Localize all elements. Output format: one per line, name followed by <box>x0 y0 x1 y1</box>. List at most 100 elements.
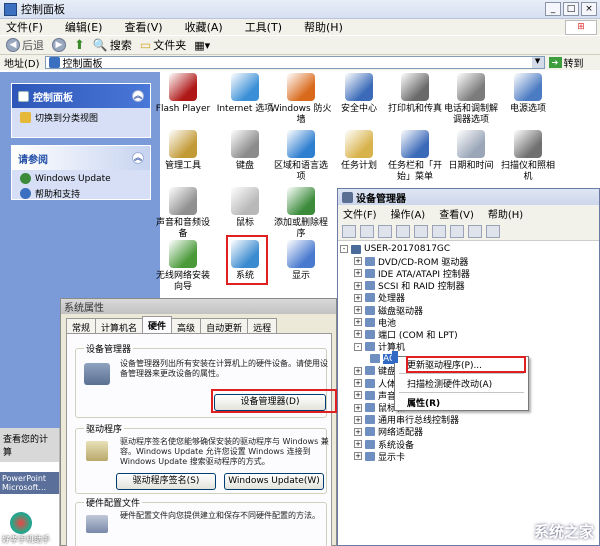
see-also-header[interactable]: 请参阅 ︽ <box>12 146 150 170</box>
close-button[interactable]: × <box>581 2 597 16</box>
panel-header[interactable]: 控制面板 ︽ <box>12 84 150 108</box>
cp-item-11[interactable]: 任务栏和「开始」菜单 <box>384 130 446 183</box>
expand-icon[interactable]: - <box>340 245 348 254</box>
windows-update-link[interactable]: Windows Update <box>12 170 150 187</box>
cp-item-14[interactable]: 声音和音频设备 <box>152 187 214 240</box>
expand-icon[interactable]: + <box>354 366 362 375</box>
menu-favorites[interactable]: 收藏(A) <box>185 19 223 35</box>
tab-computer-name[interactable]: 计算机名 <box>95 318 144 334</box>
minimize-button[interactable]: _ <box>545 2 561 16</box>
cp-item-19[interactable]: 显示 <box>270 240 332 282</box>
tree-item[interactable]: + 端口 (COM 和 LPT) <box>340 328 470 341</box>
tree-item[interactable]: + 显示卡 <box>340 450 470 463</box>
cp-item-5[interactable]: 电话和调制解调器选项 <box>440 73 502 126</box>
update-driver-icon[interactable] <box>486 224 500 238</box>
tree-item[interactable]: + 系统设备 <box>340 438 470 451</box>
tree-item[interactable]: - 计算机 <box>340 341 470 353</box>
tab-general[interactable]: 常规 <box>66 318 97 334</box>
forward-button[interactable]: ▶ <box>52 38 66 52</box>
menu-view[interactable]: 查看(V) <box>124 19 162 35</box>
tree-item[interactable]: + 网络适配器 <box>340 426 470 438</box>
powerpoint-item[interactable]: PowerPoint Microsoft... <box>0 472 59 494</box>
cp-item-4[interactable]: 打印机和传真 <box>384 73 446 115</box>
phone-assistant-label[interactable]: 好孝手机助手 <box>0 534 59 545</box>
expand-icon[interactable]: + <box>354 391 362 400</box>
tree-item[interactable]: + SCSI 和 RAID 控制器 <box>340 280 470 292</box>
tree-selected-item[interactable] <box>392 351 398 363</box>
expand-icon[interactable]: + <box>354 257 362 266</box>
tree-item[interactable]: + 通用串行总线控制器 <box>340 414 470 426</box>
switch-category-link[interactable]: 切换到分类视图 <box>12 108 150 127</box>
cp-item-2[interactable]: Windows 防火墙 <box>270 73 332 126</box>
tree-item[interactable]: + 电池 <box>340 316 470 329</box>
expand-icon[interactable]: + <box>354 269 362 278</box>
tree-item[interactable]: + 处理器 <box>340 292 470 304</box>
expand-icon[interactable]: + <box>354 330 362 339</box>
up-button[interactable]: ⬆ <box>74 38 85 53</box>
tree-item[interactable]: + DVD/CD-ROM 驱动器 <box>340 255 470 268</box>
tab-auto-update[interactable]: 自动更新 <box>200 318 249 334</box>
tab-hardware[interactable]: 硬件 <box>142 316 173 333</box>
driver-signing-button[interactable]: 驱动程序签名(S) <box>116 473 216 490</box>
address-input[interactable]: 控制面板 ▼ <box>44 56 545 70</box>
cp-item-17[interactable]: 无线网络安装向导 <box>152 240 214 293</box>
expand-icon[interactable]: + <box>354 452 362 461</box>
dm-menu-action[interactable]: 操作(A) <box>391 206 426 221</box>
expand-icon[interactable]: + <box>354 440 362 449</box>
views-button[interactable]: ▦▾ <box>194 39 210 52</box>
expand-icon[interactable]: + <box>354 427 362 436</box>
cp-item-3[interactable]: 安全中心 <box>328 73 390 115</box>
cp-item-13[interactable]: 扫描仪和照相机 <box>497 130 559 183</box>
help-support-link[interactable]: 帮助和支持 <box>12 187 150 203</box>
expand-icon[interactable]: + <box>354 403 362 412</box>
expand-icon[interactable]: + <box>354 379 362 388</box>
refresh-icon[interactable] <box>450 224 464 238</box>
menu-edit[interactable]: 编辑(E) <box>65 19 103 35</box>
forward-icon[interactable] <box>360 224 374 238</box>
expand-icon[interactable]: + <box>354 415 362 424</box>
expand-icon[interactable]: + <box>354 306 362 315</box>
up-icon[interactable] <box>378 224 392 238</box>
cp-item-10[interactable]: 任务计划 <box>328 130 390 172</box>
scan-hardware-menu-item[interactable]: 扫描检测硬件改动(A) <box>395 376 528 390</box>
dm-menu-view[interactable]: 查看(V) <box>439 206 474 221</box>
cp-item-16[interactable]: 添加或删除程序 <box>270 187 332 240</box>
collapse-icon[interactable]: ︽ <box>132 90 144 102</box>
help-icon[interactable] <box>432 224 446 238</box>
cp-item-15[interactable]: 鼠标 <box>214 187 276 229</box>
cp-item-1[interactable]: Internet 选项 <box>214 73 276 115</box>
tree-item[interactable]: + 磁盘驱动器 <box>340 304 470 317</box>
properties-menu-item[interactable]: 属性(R) <box>395 395 528 409</box>
tree-item[interactable]: - USER-20170817GC <box>340 243 470 255</box>
windows-update-button[interactable]: Windows Update(W) <box>224 473 324 490</box>
properties-icon[interactable] <box>396 224 410 238</box>
back-icon[interactable] <box>342 224 356 238</box>
expand-icon[interactable]: + <box>354 293 362 302</box>
cp-item-9[interactable]: 区域和语言选项 <box>270 130 332 183</box>
maximize-button[interactable]: □ <box>563 2 579 16</box>
dm-menu-file[interactable]: 文件(F) <box>343 206 377 221</box>
cp-item-6[interactable]: 电源选项 <box>497 73 559 115</box>
dm-menu-help[interactable]: 帮助(H) <box>488 206 523 221</box>
collapse-icon[interactable]: ︽ <box>132 152 144 164</box>
expand-icon[interactable]: - <box>354 342 362 351</box>
tab-remote[interactable]: 远程 <box>247 318 278 334</box>
cp-item-0[interactable]: Flash Player <box>152 73 214 115</box>
menu-help[interactable]: 帮助(H) <box>304 19 343 35</box>
cp-item-12[interactable]: 日期和时间 <box>440 130 502 172</box>
menu-tools[interactable]: 工具(T) <box>245 19 282 35</box>
menu-file[interactable]: 文件(F) <box>6 19 43 35</box>
scan-icon[interactable] <box>468 224 482 238</box>
tab-advanced[interactable]: 高级 <box>171 318 202 334</box>
expand-icon[interactable]: + <box>354 281 362 290</box>
tree-item[interactable]: + IDE ATA/ATAPI 控制器 <box>340 267 470 280</box>
expand-icon[interactable]: + <box>354 318 362 327</box>
cp-item-8[interactable]: 键盘 <box>214 130 276 172</box>
cp-item-7[interactable]: 管理工具 <box>152 130 214 172</box>
back-button[interactable]: ◀ 后退 <box>6 37 44 53</box>
search-button[interactable]: 🔍 搜索 <box>93 37 132 53</box>
print-icon[interactable] <box>414 224 428 238</box>
go-button[interactable]: ➔ 转到 <box>548 55 584 70</box>
folders-button[interactable]: ▭ 文件夹 <box>140 37 186 53</box>
address-dropdown-icon[interactable]: ▼ <box>531 57 544 68</box>
